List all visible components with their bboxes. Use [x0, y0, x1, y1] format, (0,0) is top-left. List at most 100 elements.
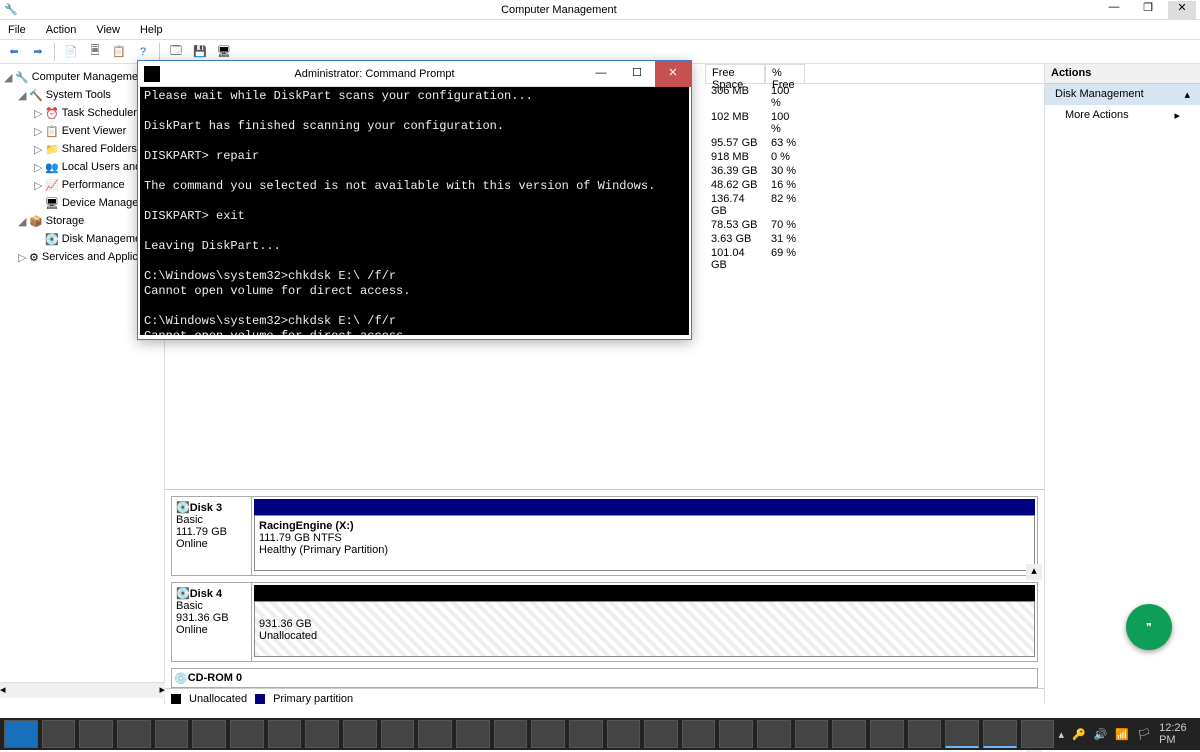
hangouts-fab[interactable]: ❞: [1126, 604, 1172, 650]
cmd-output[interactable]: Please wait while DiskPart scans your co…: [138, 87, 691, 337]
taskbar-app-2[interactable]: [230, 720, 264, 748]
tb-btn-1[interactable]: 📄: [61, 42, 81, 62]
tb-btn-5[interactable]: 💾: [190, 42, 210, 62]
actions-header: Actions: [1045, 64, 1200, 84]
taskbar-cmd[interactable]: [945, 720, 979, 748]
forward-button[interactable]: ➡: [28, 42, 48, 62]
cmd-minimize-button[interactable]: —: [583, 61, 619, 87]
volume-list[interactable]: 306 MB100 %102 MB100 %95.57 GB63 %918 MB…: [705, 84, 1044, 272]
menu-view[interactable]: View: [92, 23, 124, 37]
quote-icon: ❞: [1146, 621, 1152, 634]
cmd-window[interactable]: Administrator: Command Prompt — ☐ ✕ Plea…: [137, 60, 692, 340]
taskbar-app-17[interactable]: [795, 720, 829, 748]
tray-icon-2[interactable]: 🔊: [1094, 728, 1108, 741]
volume-row[interactable]: 102 MB100 %: [705, 110, 1044, 136]
maximize-button[interactable]: ❐: [1134, 1, 1162, 19]
tray-up-icon[interactable]: ▴: [1058, 728, 1064, 741]
volume-header[interactable]: Free Space % Free: [705, 64, 1044, 84]
volume-row[interactable]: 36.39 GB30 %: [705, 164, 1044, 178]
tray-icon-4[interactable]: 🏳: [1137, 728, 1151, 741]
col-pct-free[interactable]: % Free: [765, 64, 805, 83]
cmd-title: Administrator: Command Prompt: [166, 68, 583, 80]
cmd-titlebar[interactable]: Administrator: Command Prompt — ☐ ✕: [138, 61, 691, 87]
disk3-vol-health: Healthy (Primary Partition): [259, 544, 388, 556]
tray-icon-1[interactable]: 🔑: [1072, 728, 1086, 741]
start-button[interactable]: [4, 720, 38, 748]
taskbar-app-16[interactable]: [757, 720, 791, 748]
taskbar-firefox[interactable]: [155, 720, 189, 748]
taskbar-app-6[interactable]: [381, 720, 415, 748]
actions-disk-management[interactable]: Disk Management▴: [1045, 84, 1200, 105]
tb-btn-6[interactable]: 🖥: [214, 42, 234, 62]
taskbar-app-12[interactable]: [607, 720, 641, 748]
volume-row[interactable]: 3.63 GB31 %: [705, 232, 1044, 246]
disk3-vol-size: 111.79 GB NTFS: [259, 532, 342, 544]
tray-icon-3[interactable]: 📶: [1115, 728, 1129, 741]
mmc-sysicon: 🔧: [4, 3, 18, 16]
mmc-titlebar[interactable]: 🔧 Computer Management — ❐ ✕: [0, 0, 1200, 20]
disk-row-3[interactable]: 💽Disk 3 Basic 111.79 GB Online RacingEng…: [171, 496, 1038, 576]
col-free-space[interactable]: Free Space: [705, 64, 765, 83]
help-button[interactable]: ?: [133, 42, 153, 62]
volume-row[interactable]: 306 MB100 %: [705, 84, 1044, 110]
tb-btn-2[interactable]: 🗏: [85, 42, 105, 62]
taskbar-app-4[interactable]: [305, 720, 339, 748]
taskbar-app-5[interactable]: [343, 720, 377, 748]
disk-graphic-panel: 💽Disk 3 Basic 111.79 GB Online RacingEng…: [165, 489, 1044, 704]
taskbar-app-13[interactable]: [644, 720, 678, 748]
close-button[interactable]: ✕: [1168, 1, 1196, 19]
volume-row[interactable]: 136.74 GB82 %: [705, 192, 1044, 218]
volume-row[interactable]: 78.53 GB70 %: [705, 218, 1044, 232]
menu-help[interactable]: Help: [136, 23, 167, 37]
taskbar-app-10[interactable]: [531, 720, 565, 748]
legend: Unallocated Primary partition: [165, 688, 1044, 708]
taskbar-chrome[interactable]: [117, 720, 151, 748]
taskbar-app-1[interactable]: [192, 720, 226, 748]
mmc-title: Computer Management: [18, 4, 1100, 16]
scroll-up-icon[interactable]: ▴: [1026, 564, 1042, 580]
actions-pane: Actions Disk Management▴ More Actions▸: [1045, 64, 1200, 704]
system-tray[interactable]: ▴ 🔑 🔊 📶 🏳 12:26 PM: [1058, 722, 1196, 746]
minimize-button[interactable]: —: [1100, 1, 1128, 19]
volume-row[interactable]: 48.62 GB16 %: [705, 178, 1044, 192]
taskbar-ie[interactable]: [42, 720, 76, 748]
disk3-volume[interactable]: RacingEngine (X:) 111.79 GB NTFS Healthy…: [254, 499, 1035, 573]
taskbar-app-7[interactable]: [418, 720, 452, 748]
disk4-vol-health: Unallocated: [259, 630, 317, 642]
disk4-volume[interactable]: 931.36 GB Unallocated: [254, 585, 1035, 659]
volume-row[interactable]: 95.57 GB63 %: [705, 136, 1044, 150]
clock[interactable]: 12:26 PM: [1159, 722, 1196, 746]
taskbar-app-15[interactable]: [719, 720, 753, 748]
disk3-info: 💽Disk 3 Basic 111.79 GB Online: [172, 497, 252, 575]
tb-btn-3[interactable]: 📋: [109, 42, 129, 62]
taskbar-app-8[interactable]: [456, 720, 490, 748]
cmd-close-button[interactable]: ✕: [655, 61, 691, 87]
taskbar-app-14[interactable]: [682, 720, 716, 748]
volume-row[interactable]: 918 MB0 %: [705, 150, 1044, 164]
taskbar-app-20[interactable]: [908, 720, 942, 748]
tb-btn-4[interactable]: 🗔: [166, 42, 186, 62]
taskbar-app-11[interactable]: [569, 720, 603, 748]
taskbar-app-18[interactable]: [832, 720, 866, 748]
taskbar[interactable]: ▴ 🔑 🔊 📶 🏳 12:26 PM: [0, 718, 1200, 750]
actions-more[interactable]: More Actions▸: [1045, 105, 1200, 126]
disk-row-4[interactable]: 💽Disk 4 Basic 931.36 GB Online 931.36 GB…: [171, 582, 1038, 662]
cmd-icon: [144, 66, 160, 82]
cmd-maximize-button[interactable]: ☐: [619, 61, 655, 87]
cdrom-row[interactable]: 💿CD-ROM 0: [171, 668, 1038, 688]
menu-file[interactable]: File: [4, 23, 30, 37]
disk4-vol-size: 931.36 GB: [259, 618, 312, 630]
volume-row[interactable]: 101.04 GB69 %: [705, 246, 1044, 272]
taskbar-app-3[interactable]: [268, 720, 302, 748]
back-button[interactable]: ⬅: [4, 42, 24, 62]
taskbar-app-19[interactable]: [870, 720, 904, 748]
taskbar-app-9[interactable]: [494, 720, 528, 748]
chevron-right-icon: ▸: [1174, 109, 1180, 122]
taskbar-mmc[interactable]: [983, 720, 1017, 748]
disk4-info: 💽Disk 4 Basic 931.36 GB Online: [172, 583, 252, 661]
menu-bar[interactable]: File Action View Help: [0, 20, 1200, 40]
taskbar-explorer[interactable]: [79, 720, 113, 748]
menu-action[interactable]: Action: [42, 23, 81, 37]
taskbar-app-21[interactable]: [1021, 720, 1055, 748]
tree-scrollbar[interactable]: ◂▸: [0, 682, 165, 698]
